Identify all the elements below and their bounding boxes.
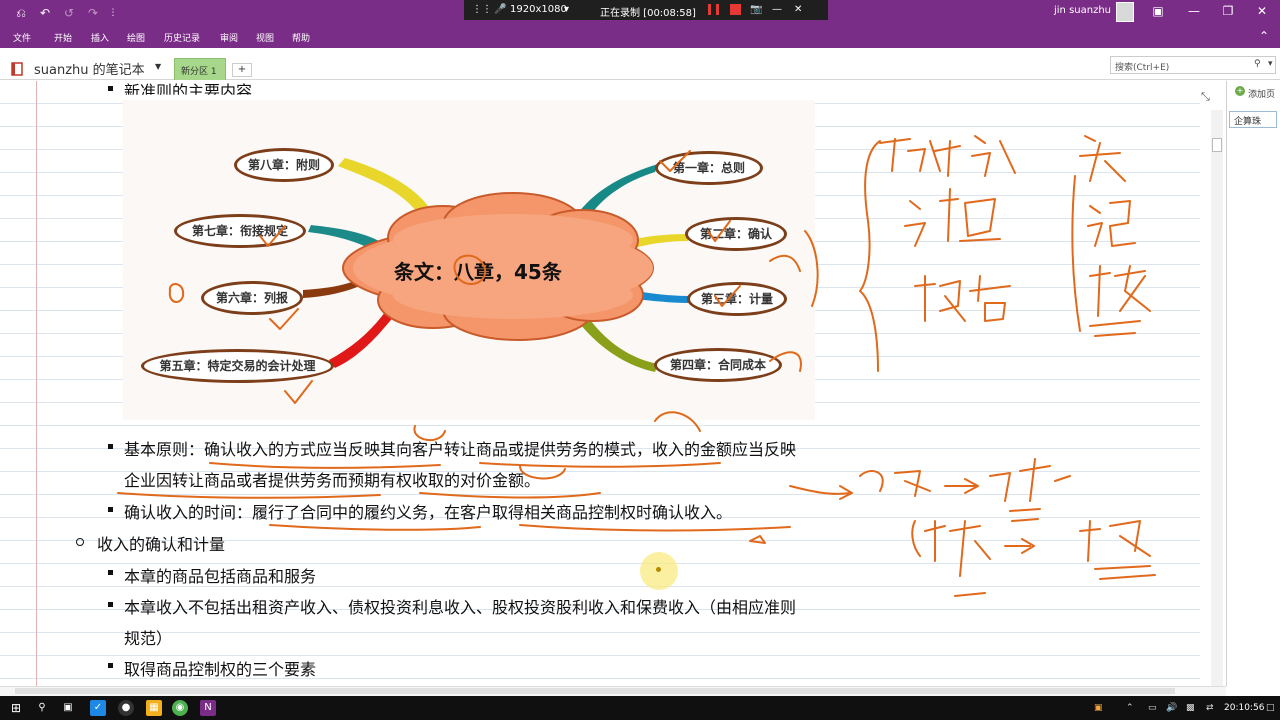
add-section-button[interactable]: + (232, 63, 252, 77)
collapse-ribbon-icon[interactable]: ⌃ (1254, 29, 1274, 43)
user-name[interactable]: jin suanzhu (1054, 5, 1111, 16)
title-bar: ⎌ ↶ ↺ ↷ ⋮ ⋮⋮ 🎤 1920x1080 ▾ 正在录制 [00:08:5… (0, 0, 1280, 26)
mindmap-image[interactable]: 条文：八章，45条 第八章：附则 第七章：衔接规定 第六章：列报 第五章：特定交… (123, 100, 815, 420)
notification-icon[interactable]: □ (1266, 703, 1275, 713)
mouse-cursor (656, 567, 661, 572)
recorder-dropdown-icon[interactable]: ▾ (564, 4, 569, 15)
mindmap-node-chapter6: 第六章：列报 (201, 281, 303, 315)
bullet (76, 538, 84, 546)
sub-heading: 收入的确认和计量 (97, 535, 226, 554)
file-explorer-icon[interactable]: ▦ (146, 700, 162, 716)
windows-start-icon[interactable]: ⊞ (8, 700, 24, 716)
notebook-icon[interactable] (10, 62, 24, 76)
menu-history[interactable]: 历史记录 (164, 31, 200, 44)
mindmap-node-chapter3: 第三章：计量 (687, 282, 787, 316)
bullet (108, 570, 113, 575)
task-view-icon[interactable]: ▣ (60, 700, 76, 716)
mindmap-node-chapter7: 第七章：衔接规定 (174, 214, 306, 248)
app-icon-blue[interactable]: ✓ (90, 700, 106, 716)
battery-icon[interactable]: ▭ (1148, 703, 1157, 713)
mindmap-node-chapter2: 第二章：确认 (685, 217, 787, 251)
item-control-elements: 取得商品控制权的三个要素 (124, 660, 317, 679)
taskbar-clock[interactable]: 20:10:56 (1224, 703, 1264, 713)
app-icon-circle[interactable]: ● (118, 700, 134, 716)
mindmap-node-chapter4: 第四章：合同成本 (654, 348, 782, 382)
vertical-scrollbar-thumb[interactable] (1212, 138, 1222, 152)
redo-icon[interactable]: ↷ (84, 4, 102, 22)
horizontal-scrollbar-thumb[interactable] (15, 688, 1175, 694)
page-list-panel (1226, 81, 1280, 686)
ribbon-tabs: 文件 开始 插入 绘图 历史记录 审阅 视图 帮助 ⌃ (0, 26, 1280, 48)
volume-icon[interactable]: 🔊 (1166, 703, 1177, 713)
menu-review[interactable]: 审阅 (220, 31, 238, 44)
principle-line-2: 企业因转让商品或者提供劳务而预期有权收取的对价金额。 (124, 471, 541, 490)
page-list-item[interactable]: 企算珠 (1229, 111, 1277, 128)
back-circle-icon[interactable]: ⎌ (12, 4, 30, 22)
menu-home[interactable]: 开始 (54, 31, 72, 44)
bullet (108, 86, 113, 91)
windows-taskbar (0, 696, 1280, 720)
pause-recording-button[interactable] (708, 4, 719, 15)
bullet (108, 444, 113, 449)
page-margin-line (36, 81, 37, 686)
timing-line: 确认收入的时间：履行了合同中的履约义务，在客户取得相关商品控制权时确认收入。 (124, 503, 733, 522)
item-exclusions-line-1: 本章收入不包括出租资产收入、债权投资利息收入、股权投资股利收入和保费收入（由相应… (124, 598, 797, 617)
menu-file[interactable]: 文件 (13, 31, 31, 44)
mindmap-node-chapter5: 第五章：特定交易的会计处理 (141, 349, 334, 383)
ime-icon[interactable]: ⇄ (1206, 703, 1214, 713)
onenote-window: ⎌ ↶ ↺ ↷ ⋮ ⋮⋮ 🎤 1920x1080 ▾ 正在录制 [00:08:5… (0, 0, 1280, 720)
recorder-grip-icon: ⋮⋮ (472, 4, 492, 15)
bullet (108, 507, 113, 512)
section-tab-label: 新分区 1 (181, 67, 217, 77)
redo-disabled-icon[interactable]: ↺ (60, 4, 78, 22)
bullet (108, 663, 113, 668)
bullet (108, 602, 113, 607)
avatar[interactable] (1116, 2, 1134, 22)
close-button[interactable]: ✕ (1252, 4, 1272, 18)
tray-chevron-icon[interactable]: ⌃ (1126, 703, 1134, 713)
menu-help[interactable]: 帮助 (292, 31, 310, 44)
add-page-button[interactable]: 添加页 (1228, 84, 1280, 100)
vertical-scrollbar[interactable] (1211, 110, 1223, 686)
recording-status: 正在录制 [00:08:58] (600, 8, 696, 19)
notebook-name[interactable]: suanzhu 的笔记本 (34, 59, 145, 78)
item-goods: 本章的商品包括商品和服务 (124, 567, 317, 586)
search-input[interactable]: 搜索(Ctrl+E) (1110, 56, 1276, 74)
section-tab[interactable]: 新分区 1 (174, 58, 226, 80)
expand-page-icon[interactable]: ⤡ (1201, 90, 1210, 104)
menu-insert[interactable]: 插入 (91, 31, 109, 44)
recorder-close-icon[interactable]: ✕ (794, 4, 802, 15)
menu-draw[interactable]: 绘图 (127, 31, 145, 44)
screen-recorder-bar: ⋮⋮ 🎤 1920x1080 ▾ 正在录制 [00:08:58] 📷 — ✕ (464, 0, 828, 20)
tray-app-icon[interactable]: ▣ (1094, 703, 1103, 713)
menu-view[interactable]: 视图 (256, 31, 274, 44)
microphone-icon[interactable]: 🎤 (494, 4, 506, 15)
network-icon[interactable]: ▩ (1186, 703, 1195, 713)
notebook-dropdown-icon[interactable]: ▼ (155, 62, 161, 71)
quick-access-dropdown-icon[interactable]: ⋮ (104, 4, 122, 22)
screenshot-camera-icon[interactable]: 📷 (750, 4, 762, 15)
mindmap-node-chapter8: 第八章：附则 (234, 148, 334, 182)
search-icon[interactable]: ⚲ (1254, 59, 1261, 69)
minimize-button[interactable]: — (1184, 4, 1204, 18)
onenote-taskbar-icon[interactable]: N (200, 700, 216, 716)
mindmap-node-chapter1: 第一章：总则 (655, 151, 763, 185)
mindmap-center-label: 条文：八章，45条 (394, 260, 562, 284)
resolution-text: 1920x1080 (510, 4, 567, 15)
undo-icon[interactable]: ↶ (36, 4, 54, 22)
item-exclusions-line-2: 规范） (124, 629, 173, 648)
ribbon-display-options-icon[interactable]: ▣ (1148, 4, 1168, 18)
stop-recording-button[interactable] (730, 4, 741, 15)
principle-line-1: 基本原则：确认收入的方式应当反映其向客户转让商品或提供劳务的模式，收入的金额应当… (124, 440, 797, 459)
maximize-button[interactable]: ❐ (1218, 4, 1238, 18)
browser-icon[interactable]: ◉ (172, 700, 188, 716)
search-icon[interactable]: ⚲ (34, 700, 50, 716)
search-dropdown-icon[interactable]: ▾ (1268, 59, 1273, 69)
recorder-minimize-icon[interactable]: — (772, 4, 782, 15)
